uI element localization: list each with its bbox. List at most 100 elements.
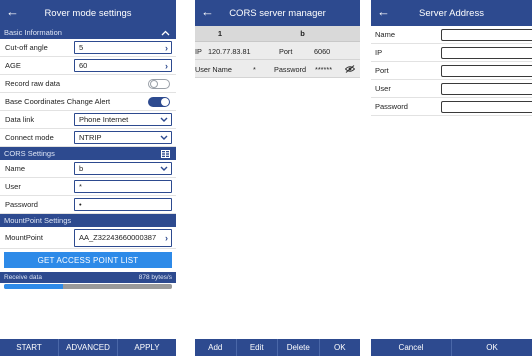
cors-password-field[interactable]: • [74, 198, 172, 211]
server-list-icon[interactable] [161, 147, 170, 160]
ip-label: IP [195, 46, 202, 56]
user-input[interactable] [441, 82, 532, 95]
mountpoint-row: MountPoint AA_Z32243660000387 › [0, 227, 176, 249]
mountpoint-settings-section: MountPoint Settings [0, 214, 176, 227]
server-index: 1 [217, 29, 223, 38]
port-row: Port [371, 62, 532, 80]
port-label: Port [279, 46, 293, 56]
cors-settings-section: CORS Settings [0, 147, 176, 160]
apply-button[interactable]: APPLY [118, 339, 176, 356]
rover-action-bar: START ADVANCED APPLY [0, 339, 176, 356]
connect-mode-value: NTRIP [79, 133, 102, 142]
chevron-down-icon [160, 114, 168, 125]
cors-action-bar: Add Edit Delete OK [195, 339, 360, 356]
page-title: CORS server manager [229, 7, 326, 19]
section-title: MountPoint Settings [4, 216, 72, 225]
receive-progress-fill [4, 284, 63, 289]
server-address-screen: ← Server Address Name IP Port User Passw… [371, 0, 532, 356]
data-link-value: Phone Internet [79, 115, 129, 124]
record-raw-data-toggle[interactable] [148, 78, 170, 89]
toggle-knob [161, 97, 169, 106]
connect-mode-select[interactable]: NTRIP [74, 131, 172, 144]
chevron-right-icon: › [165, 60, 168, 71]
ok-button[interactable]: OK [320, 339, 361, 356]
password-input[interactable] [441, 100, 532, 113]
start-button[interactable]: START [0, 339, 59, 356]
cutoff-angle-label: Cut-off angle [5, 43, 48, 52]
advanced-button[interactable]: ADVANCED [59, 339, 118, 356]
cors-server-manager-screen: ← CORS server manager 1 b IP 120.77.83.8… [195, 0, 360, 356]
server-user-row[interactable]: User Name * Password ****** [195, 60, 360, 78]
cors-password-value: • [79, 200, 82, 209]
chevron-right-icon: › [165, 232, 168, 243]
back-arrow-icon[interactable]: ← [377, 4, 390, 20]
eye-off-icon[interactable] [345, 60, 355, 78]
data-link-label: Data link [5, 115, 35, 124]
user-row: User [371, 80, 532, 98]
cors-password-label: Password [5, 200, 38, 209]
port-label: Port [375, 66, 389, 75]
password-label: Password [274, 64, 307, 74]
user-name-label: User Name [195, 64, 232, 74]
age-field[interactable]: 60 › [74, 59, 172, 72]
cors-user-row: User * [0, 178, 176, 196]
back-arrow-icon[interactable]: ← [6, 4, 19, 20]
cors-name-select[interactable]: b [74, 162, 172, 175]
name-row: Name [371, 26, 532, 44]
cors-name-value: b [79, 164, 84, 173]
rover-title-bar: ← Rover mode settings [0, 0, 176, 26]
password-value: ****** [315, 64, 333, 74]
port-input[interactable] [441, 64, 532, 77]
toggle-knob [150, 79, 158, 88]
name-label: Name [375, 30, 396, 39]
cutoff-angle-value: 5 [79, 43, 84, 52]
add-button[interactable]: Add [195, 339, 237, 356]
chevron-up-icon[interactable] [161, 26, 170, 39]
server-ip-row[interactable]: IP 120.77.83.81 Port 6060 [195, 42, 360, 60]
ok-button[interactable]: OK [452, 339, 532, 356]
cancel-button[interactable]: Cancel [371, 339, 452, 356]
base-coordinates-alert-toggle[interactable] [148, 96, 170, 107]
ip-label: IP [375, 48, 383, 57]
data-link-select[interactable]: Phone Internet [74, 113, 172, 126]
password-label: Password [375, 102, 408, 111]
cors-user-value: * [79, 182, 82, 191]
edit-button[interactable]: Edit [237, 339, 278, 356]
section-title: CORS Settings [4, 149, 55, 158]
chevron-right-icon: › [165, 42, 168, 53]
record-raw-data-label: Record raw data [5, 79, 61, 88]
server-table-header[interactable]: 1 b [195, 26, 360, 42]
section-title: Basic Information [4, 28, 62, 37]
name-input[interactable] [441, 28, 532, 41]
receive-progress-bar [4, 284, 172, 289]
back-arrow-icon[interactable]: ← [201, 4, 214, 20]
cutoff-angle-field[interactable]: 5 › [74, 41, 172, 54]
connect-mode-label: Connect mode [5, 133, 54, 142]
cors-name-label: Name [5, 164, 26, 173]
base-coordinates-alert-row: Base Coordinates Change Alert [0, 93, 176, 111]
port-value: 6060 [314, 46, 331, 56]
get-access-point-list-button[interactable]: GET ACCESS POINT LIST [4, 252, 172, 268]
server-name: b [300, 29, 305, 38]
receive-data-rate: 878 bytes/s [138, 274, 172, 281]
cors-user-label: User [5, 182, 21, 191]
ip-input[interactable] [441, 46, 532, 59]
age-row: AGE 60 › [0, 57, 176, 75]
rover-mode-settings-screen: ← Rover mode settings Basic Information … [0, 0, 176, 356]
password-row: Password [371, 98, 532, 116]
chevron-down-icon [160, 163, 168, 174]
record-raw-data-row: Record raw data [0, 75, 176, 93]
cutoff-angle-row: Cut-off angle 5 › [0, 39, 176, 57]
user-name-value: * [253, 64, 256, 74]
server-address-title-bar: ← Server Address [371, 0, 532, 26]
page-title: Server Address [419, 7, 484, 19]
connect-mode-row: Connect mode NTRIP [0, 129, 176, 147]
age-label: AGE [5, 61, 21, 70]
delete-button[interactable]: Delete [278, 339, 320, 356]
mountpoint-field[interactable]: AA_Z32243660000387 › [74, 228, 172, 247]
cors-user-field[interactable]: * [74, 180, 172, 193]
basic-information-section[interactable]: Basic Information [0, 26, 176, 39]
mountpoint-label: MountPoint [5, 233, 43, 242]
receive-data-bar: Receive data 878 bytes/s [0, 272, 176, 283]
ip-row: IP [371, 44, 532, 62]
